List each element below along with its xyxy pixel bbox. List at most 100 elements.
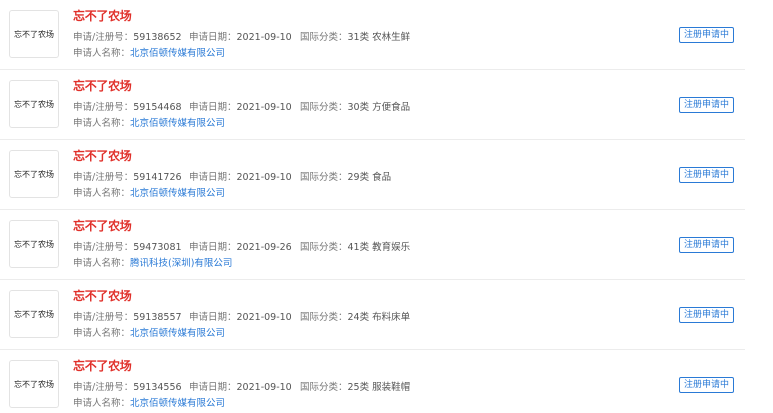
trademark-name-link[interactable]: 忘不了农场	[73, 8, 132, 24]
trademark-logo-text: 忘不了农场	[14, 169, 54, 179]
trademark-result-list: 忘不了农场 忘不了农场 申请/注册号：59138652 申请日期：2021-09-10…	[0, 0, 773, 413]
reg-number-label: 申请/注册号：	[73, 382, 134, 393]
status-badge-button[interactable]: 注册申请中	[679, 377, 734, 393]
application-date-field: 申请日期：2021-09-10	[189, 381, 292, 394]
trademark-logo-image[interactable]: 忘不了农场	[9, 360, 59, 408]
reg-number-value: 59141726	[133, 172, 182, 183]
applicant-line: 申请人名称：北京佰顿传媒有限公司	[73, 117, 225, 130]
reg-number-field: 申请/注册号：59138652	[73, 31, 182, 44]
intl-class-value: 25类 服装鞋帽	[347, 382, 411, 393]
applicant-line: 申请人名称：北京佰顿传媒有限公司	[73, 47, 225, 60]
trademark-name-link[interactable]: 忘不了农场	[73, 288, 132, 304]
application-date-field: 申请日期：2021-09-10	[189, 31, 292, 44]
intl-class-label: 国际分类：	[300, 102, 348, 113]
reg-number-value: 59473081	[133, 242, 182, 253]
application-date-value: 2021-09-10	[236, 102, 292, 113]
applicant-link[interactable]: 北京佰顿传媒有限公司	[130, 328, 225, 339]
applicant-link[interactable]: 北京佰顿传媒有限公司	[130, 118, 225, 129]
applicant-label: 申请人名称：	[73, 48, 131, 59]
applicant-label: 申请人名称：	[73, 258, 131, 269]
trademark-logo-image[interactable]: 忘不了农场	[9, 80, 59, 128]
status-badge-button[interactable]: 注册申请中	[679, 237, 734, 253]
status-badge-button[interactable]: 注册申请中	[679, 307, 734, 323]
reg-number-label: 申请/注册号：	[73, 172, 134, 183]
reg-number-value: 59138557	[133, 312, 182, 323]
application-date-value: 2021-09-10	[236, 172, 292, 183]
application-date-label: 申请日期：	[189, 32, 237, 43]
intl-class-label: 国际分类：	[300, 242, 348, 253]
trademark-logo-text: 忘不了农场	[14, 29, 54, 39]
application-date-field: 申请日期：2021-09-26	[189, 241, 292, 254]
applicant-line: 申请人名称：腾讯科技(深圳)有限公司	[73, 257, 232, 270]
intl-class-field: 国际分类：24类 布料床单	[300, 311, 410, 324]
intl-class-label: 国际分类：	[300, 32, 348, 43]
applicant-line: 申请人名称：北京佰顿传媒有限公司	[73, 327, 225, 340]
status-badge-button[interactable]: 注册申请中	[679, 167, 734, 183]
intl-class-label: 国际分类：	[300, 382, 348, 393]
applicant-label: 申请人名称：	[73, 328, 131, 339]
intl-class-value: 30类 方便食品	[347, 102, 411, 113]
trademark-row[interactable]: 忘不了农场 忘不了农场 申请/注册号：59473081 申请日期：2021-09-26…	[0, 210, 745, 280]
intl-class-field: 国际分类：30类 方便食品	[300, 101, 410, 114]
application-date-label: 申请日期：	[189, 242, 237, 253]
application-date-label: 申请日期：	[189, 172, 237, 183]
applicant-label: 申请人名称：	[73, 188, 131, 199]
trademark-logo-image[interactable]: 忘不了农场	[9, 290, 59, 338]
trademark-name-link[interactable]: 忘不了农场	[73, 78, 132, 94]
applicant-label: 申请人名称：	[73, 398, 131, 409]
intl-class-value: 31类 农林生鲜	[347, 32, 411, 43]
trademark-name-link[interactable]: 忘不了农场	[73, 148, 132, 164]
trademark-row[interactable]: 忘不了农场 忘不了农场 申请/注册号：59138652 申请日期：2021-09-10…	[0, 0, 745, 70]
application-date-label: 申请日期：	[189, 382, 237, 393]
trademark-row[interactable]: 忘不了农场 忘不了农场 申请/注册号：59134556 申请日期：2021-09-10…	[0, 350, 745, 413]
applicant-link[interactable]: 北京佰顿传媒有限公司	[130, 188, 225, 199]
applicant-link[interactable]: 腾讯科技(深圳)有限公司	[130, 258, 232, 269]
application-date-value: 2021-09-10	[236, 382, 292, 393]
trademark-logo-image[interactable]: 忘不了农场	[9, 150, 59, 198]
reg-number-field: 申请/注册号：59141726	[73, 171, 182, 184]
applicant-line: 申请人名称：北京佰顿传媒有限公司	[73, 397, 225, 410]
intl-class-value: 41类 教育娱乐	[347, 242, 411, 253]
trademark-name-link[interactable]: 忘不了农场	[73, 218, 132, 234]
trademark-row[interactable]: 忘不了农场 忘不了农场 申请/注册号：59138557 申请日期：2021-09-10…	[0, 280, 745, 350]
status-badge-button[interactable]: 注册申请中	[679, 97, 734, 113]
intl-class-field: 国际分类：31类 农林生鲜	[300, 31, 410, 44]
status-badge-button[interactable]: 注册申请中	[679, 27, 734, 43]
application-date-value: 2021-09-10	[236, 312, 292, 323]
applicant-line: 申请人名称：北京佰顿传媒有限公司	[73, 187, 225, 200]
trademark-row[interactable]: 忘不了农场 忘不了农场 申请/注册号：59154468 申请日期：2021-09-10…	[0, 70, 745, 140]
reg-number-field: 申请/注册号：59138557	[73, 311, 182, 324]
intl-class-field: 国际分类：29类 食品	[300, 171, 391, 184]
application-date-value: 2021-09-26	[236, 242, 292, 253]
reg-number-value: 59134556	[133, 382, 182, 393]
application-date-value: 2021-09-10	[236, 32, 292, 43]
intl-class-field: 国际分类：41类 教育娱乐	[300, 241, 410, 254]
intl-class-field: 国际分类：25类 服装鞋帽	[300, 381, 410, 394]
application-date-field: 申请日期：2021-09-10	[189, 311, 292, 324]
intl-class-value: 24类 布料床单	[347, 312, 411, 323]
reg-number-field: 申请/注册号：59134556	[73, 381, 182, 394]
reg-number-label: 申请/注册号：	[73, 242, 134, 253]
reg-number-field: 申请/注册号：59473081	[73, 241, 182, 254]
reg-number-value: 59138652	[133, 32, 182, 43]
trademark-name-link[interactable]: 忘不了农场	[73, 358, 132, 374]
application-date-field: 申请日期：2021-09-10	[189, 171, 292, 184]
trademark-logo-text: 忘不了农场	[14, 239, 54, 249]
reg-number-field: 申请/注册号：59154468	[73, 101, 182, 114]
trademark-logo-text: 忘不了农场	[14, 99, 54, 109]
trademark-logo-image[interactable]: 忘不了农场	[9, 220, 59, 268]
intl-class-label: 国际分类：	[300, 312, 348, 323]
trademark-logo-text: 忘不了农场	[14, 379, 54, 389]
applicant-link[interactable]: 北京佰顿传媒有限公司	[130, 398, 225, 409]
applicant-link[interactable]: 北京佰顿传媒有限公司	[130, 48, 225, 59]
intl-class-value: 29类 食品	[347, 172, 392, 183]
application-date-label: 申请日期：	[189, 312, 237, 323]
reg-number-label: 申请/注册号：	[73, 312, 134, 323]
reg-number-label: 申请/注册号：	[73, 102, 134, 113]
reg-number-label: 申请/注册号：	[73, 32, 134, 43]
trademark-row[interactable]: 忘不了农场 忘不了农场 申请/注册号：59141726 申请日期：2021-09-10…	[0, 140, 745, 210]
trademark-logo-image[interactable]: 忘不了农场	[9, 10, 59, 58]
trademark-logo-text: 忘不了农场	[14, 309, 54, 319]
intl-class-label: 国际分类：	[300, 172, 348, 183]
reg-number-value: 59154468	[133, 102, 182, 113]
